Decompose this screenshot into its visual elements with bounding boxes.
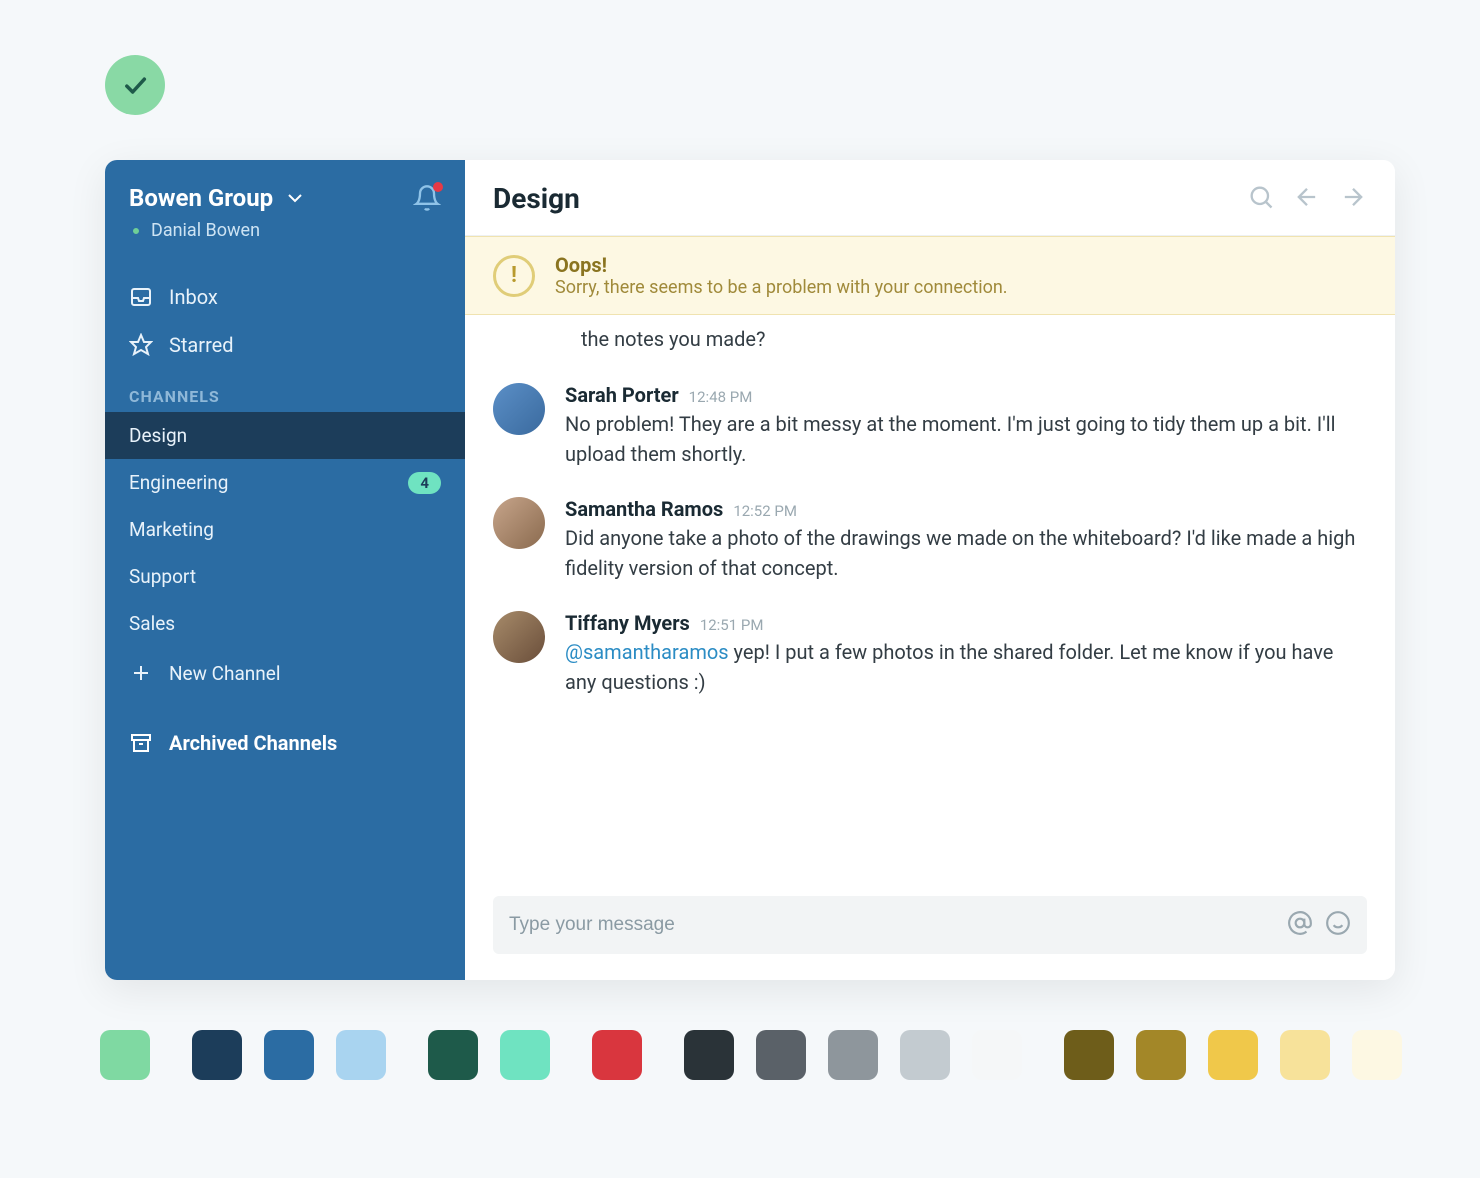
notification-bell-button[interactable]	[413, 184, 441, 212]
channel-item-support[interactable]: Support	[105, 553, 465, 600]
message-timestamp: 12:52 PM	[733, 502, 797, 520]
chevron-down-icon	[283, 186, 307, 210]
color-swatch	[828, 1030, 878, 1080]
current-user-label: Danial Bowen	[151, 220, 260, 241]
color-swatch	[684, 1030, 734, 1080]
search-button[interactable]	[1247, 183, 1275, 215]
message-list: the notes you made? Sarah Porter 12:48 P…	[465, 315, 1395, 886]
nav-starred[interactable]: Starred	[105, 321, 465, 369]
color-swatch	[1208, 1030, 1258, 1080]
channel-label: Engineering	[129, 471, 228, 494]
workspace-switcher[interactable]: Bowen Group	[129, 184, 307, 212]
color-swatch	[756, 1030, 806, 1080]
channel-item-engineering[interactable]: Engineering 4	[105, 459, 465, 506]
message-text: No problem! They are a bit messy at the …	[565, 409, 1367, 469]
new-channel-button[interactable]: New Channel	[105, 647, 465, 699]
emoji-button[interactable]	[1325, 910, 1351, 940]
message-input[interactable]	[509, 914, 1275, 936]
sidebar: Bowen Group Danial Bowen Inbox Starr	[105, 160, 465, 980]
color-swatch	[500, 1030, 550, 1080]
message-author[interactable]: Tiffany Myers	[565, 611, 690, 635]
message-timestamp: 12:51 PM	[700, 616, 764, 634]
arrow-left-icon	[1293, 183, 1321, 211]
message-text: the notes you made?	[493, 327, 1367, 369]
mention-link[interactable]: @samantharamos	[565, 640, 729, 664]
nav-back-button[interactable]	[1293, 183, 1321, 215]
message-text: Did anyone take a photo of the drawings …	[565, 523, 1367, 583]
channel-label: Sales	[129, 612, 175, 635]
warning-icon: !	[493, 255, 535, 297]
channel-label: Marketing	[129, 518, 214, 541]
channel-title: Design	[493, 182, 580, 215]
message-row: Samantha Ramos 12:52 PM Did anyone take …	[493, 483, 1367, 597]
nav-inbox-label: Inbox	[169, 285, 218, 309]
message-row: Tiffany Myers 12:51 PM @samantharamos ye…	[493, 597, 1367, 711]
notification-dot-icon	[433, 182, 443, 192]
message-author[interactable]: Sarah Porter	[565, 383, 679, 407]
color-swatch	[100, 1030, 150, 1080]
main-panel: Design ! Oops! Sorry, there seems to be …	[465, 160, 1395, 980]
channel-label: Design	[129, 424, 187, 447]
nav-inbox[interactable]: Inbox	[105, 273, 465, 321]
main-header: Design	[465, 160, 1395, 236]
color-swatch	[900, 1030, 950, 1080]
archived-label: Archived Channels	[169, 731, 337, 755]
nav-starred-label: Starred	[169, 333, 234, 357]
channel-item-design[interactable]: Design	[105, 412, 465, 459]
inbox-icon	[129, 285, 153, 309]
channels-heading: CHANNELS	[105, 369, 465, 412]
arrow-right-icon	[1339, 183, 1367, 211]
message-composer	[493, 896, 1367, 954]
color-swatch	[1352, 1030, 1402, 1080]
color-swatch	[264, 1030, 314, 1080]
alert-body: Sorry, there seems to be a problem with …	[555, 277, 1008, 298]
color-swatch	[1136, 1030, 1186, 1080]
color-swatch	[972, 1030, 1022, 1080]
avatar[interactable]	[493, 611, 545, 663]
search-icon	[1247, 183, 1275, 211]
message-row: Sarah Porter 12:48 PM No problem! They a…	[493, 369, 1367, 483]
alert-title: Oops!	[555, 253, 1008, 277]
channel-item-marketing[interactable]: Marketing	[105, 506, 465, 553]
workspace-name-label: Bowen Group	[129, 184, 273, 212]
smiley-icon	[1325, 910, 1351, 936]
workspace-header: Bowen Group Danial Bowen	[105, 180, 465, 249]
message-timestamp: 12:48 PM	[689, 388, 753, 406]
at-sign-icon	[1287, 910, 1313, 936]
channel-item-sales[interactable]: Sales	[105, 600, 465, 647]
avatar[interactable]	[493, 383, 545, 435]
archived-channels-button[interactable]: Archived Channels	[105, 713, 465, 773]
color-palette	[100, 1030, 1422, 1080]
color-swatch	[428, 1030, 478, 1080]
presence-indicator-icon	[131, 226, 141, 236]
mention-button[interactable]	[1287, 910, 1313, 940]
plus-icon	[129, 661, 153, 685]
nav-forward-button[interactable]	[1339, 183, 1367, 215]
unread-badge: 4	[408, 472, 441, 494]
archive-icon	[129, 731, 153, 755]
avatar[interactable]	[493, 497, 545, 549]
approval-check-icon	[105, 55, 165, 115]
color-swatch	[592, 1030, 642, 1080]
color-swatch	[1064, 1030, 1114, 1080]
message-author[interactable]: Samantha Ramos	[565, 497, 723, 521]
current-user[interactable]: Danial Bowen	[129, 220, 441, 241]
chat-app-window: Bowen Group Danial Bowen Inbox Starr	[105, 160, 1395, 980]
channel-label: Support	[129, 565, 196, 588]
connection-alert: ! Oops! Sorry, there seems to be a probl…	[465, 236, 1395, 315]
color-swatch	[192, 1030, 242, 1080]
star-icon	[129, 333, 153, 357]
color-swatch	[1280, 1030, 1330, 1080]
message-text: @samantharamos yep! I put a few photos i…	[565, 637, 1367, 697]
color-swatch	[336, 1030, 386, 1080]
new-channel-label: New Channel	[169, 662, 280, 685]
